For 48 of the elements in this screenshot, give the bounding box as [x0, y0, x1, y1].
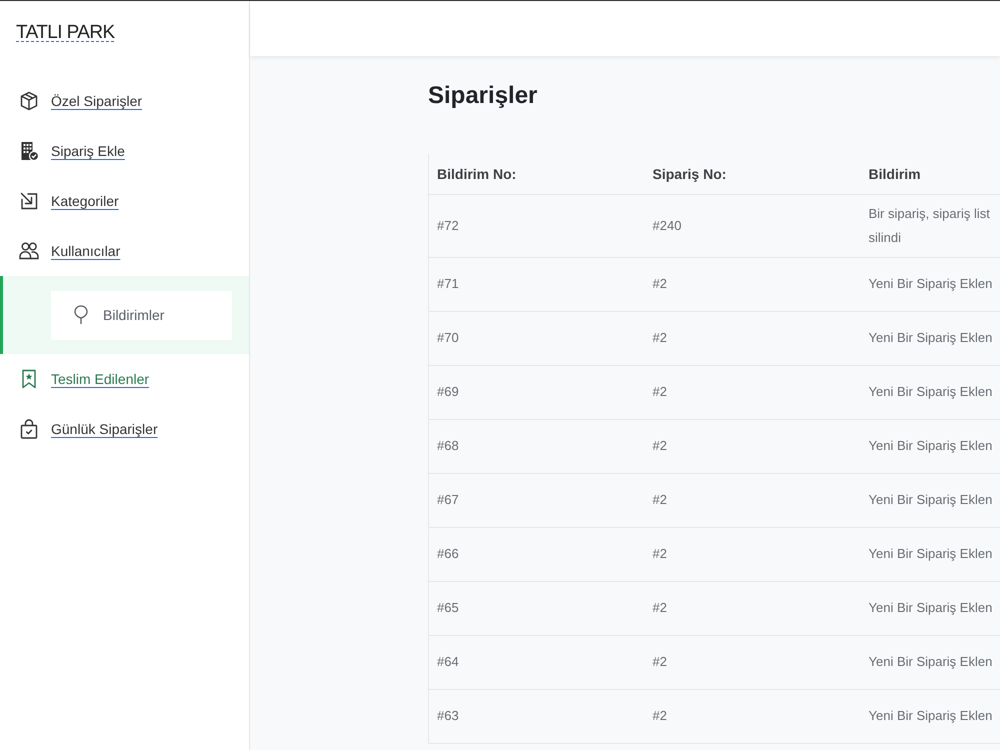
sidebar-link[interactable]: Günlük Siparişler: [0, 419, 158, 439]
sidebar-link[interactable]: Teslim Edilenler: [0, 369, 150, 389]
table-cell: Yeni Bir Sipariş Eklen: [860, 527, 1000, 581]
package-icon: [19, 91, 39, 111]
page-title: Siparişler: [428, 81, 538, 111]
building-check-icon: [19, 141, 39, 161]
column-header: Bildirim: [860, 154, 1000, 194]
sidebar-link[interactable]: Sipariş Ekle: [0, 141, 125, 161]
table-cell: #65: [428, 581, 644, 635]
arrow-into-box-icon: [19, 191, 39, 211]
table-cell: Bir sipariş, sipariş list silindi: [860, 194, 1000, 257]
table-cell: #2: [644, 527, 860, 581]
sidebar-link[interactable]: Özel Siparişler: [0, 91, 142, 111]
table-cell: #72: [428, 194, 644, 257]
bag-check-icon: [19, 419, 39, 439]
balloon-icon: [73, 305, 89, 325]
table-cell: Yeni Bir Sipariş Eklen: [860, 581, 1000, 635]
users-icon: [19, 241, 39, 261]
table-cell: #240: [644, 194, 860, 257]
table-cell: #66: [428, 527, 644, 581]
table-cell: #2: [644, 419, 860, 473]
sidebar-link[interactable]: Kullanıcılar: [0, 241, 120, 261]
table-cell: #64: [428, 635, 644, 689]
table-cell: #2: [644, 581, 860, 635]
sidebar-link[interactable]: Bildirimler: [51, 290, 232, 340]
sidebar-link[interactable]: Kategoriler: [0, 191, 119, 211]
table-cell: #70: [428, 311, 644, 365]
column-header: Bildirim No:: [428, 154, 644, 194]
table-cell: Yeni Bir Sipariş Eklen: [860, 689, 1000, 743]
table-cell: #68: [428, 419, 644, 473]
column-header: Sipariş No:: [644, 154, 860, 194]
table-cell: #2: [644, 257, 860, 311]
table-cell: #2: [644, 365, 860, 419]
table-cell: #2: [644, 311, 860, 365]
table-cell: #2: [644, 473, 860, 527]
table-cell: Yeni Bir Sipariş Eklen: [860, 473, 1000, 527]
table-cell: #67: [428, 473, 644, 527]
table-cell: #69: [428, 365, 644, 419]
table-cell: Yeni Bir Sipariş Eklen: [860, 311, 1000, 365]
table-cell: #2: [644, 635, 860, 689]
table-cell: #63: [428, 689, 644, 743]
table-cell: Yeni Bir Sipariş Eklen: [860, 635, 1000, 689]
table-cell: Yeni Bir Sipariş Eklen: [860, 365, 1000, 419]
logo[interactable]: TATLI PARK: [16, 21, 115, 45]
table-cell: Yeni Bir Sipariş Eklen: [860, 419, 1000, 473]
table-cell: #2: [644, 689, 860, 743]
table-cell: Yeni Bir Sipariş Eklen: [860, 257, 1000, 311]
table-cell: #71: [428, 257, 644, 311]
